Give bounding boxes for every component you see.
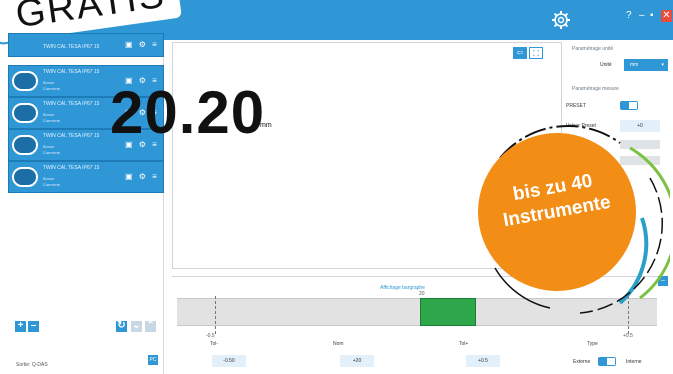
measure-settings-title: Paramétrage mesure: [572, 86, 619, 92]
instrument-logo-icon: [12, 103, 38, 123]
remove-instrument-button[interactable]: –: [28, 321, 39, 332]
instrument-action-icons[interactable]: ▣ ⚙ ≡: [125, 172, 159, 181]
minimize-button[interactable]: –: [639, 10, 645, 22]
tol-plus-field[interactable]: +0.5: [466, 355, 500, 367]
measurement-value: 20.20: [110, 79, 266, 146]
instrument-connection: Connecte: [43, 182, 61, 187]
type-label: Type: [587, 341, 598, 347]
instrument-title: TWIN CAL TESA IP67 15: [43, 133, 100, 139]
instrument-title: TWIN CAL TESA IP67 15: [43, 44, 100, 50]
unit-select[interactable]: mm ▾: [624, 59, 668, 71]
instrument-title: TWIN CAL TESA IP67 15: [43, 101, 100, 107]
upper-tick-label: +0.5: [623, 333, 633, 339]
chevron-down-icon: ▾: [661, 62, 664, 68]
instrument-logo-icon: [12, 167, 38, 187]
help-button[interactable]: ?: [626, 10, 632, 22]
move-down-icon[interactable]: ⌄: [131, 321, 142, 332]
add-instrument-button[interactable]: +: [15, 321, 26, 332]
unit-select-value: mm: [630, 62, 639, 68]
fullscreen-icon[interactable]: ⛶: [529, 47, 543, 59]
unit-settings-title: Paramétrage unité: [572, 46, 614, 52]
tol-minus-field[interactable]: -0.50: [212, 355, 246, 367]
lower-tick-label: -0.5: [206, 333, 215, 339]
tol-minus-label: Tol-: [210, 341, 219, 347]
instrument-connection: Connecte: [43, 86, 61, 91]
tol-plus-label: Tol+: [459, 341, 469, 347]
preset-toggle[interactable]: [620, 101, 638, 110]
instrument-connection: Connecte: [43, 118, 61, 123]
toggle-knob: [629, 102, 637, 109]
refresh-icon[interactable]: ↻: [116, 321, 127, 332]
output-pc-button[interactable]: PC: [148, 355, 158, 365]
nominal-field[interactable]: +20: [340, 355, 374, 367]
type-internal-label: Interne: [626, 359, 642, 365]
close-button[interactable]: ✕: [661, 10, 672, 22]
move-up-icon[interactable]: ⌃: [145, 321, 156, 332]
instrument-status: Brown: [43, 80, 55, 85]
unit-label: Unité: [600, 62, 612, 68]
instrument-logo-icon: [12, 71, 38, 91]
instrument-connection: Connecte: [43, 150, 61, 155]
instrument-status: Brown: [43, 144, 55, 149]
nominal-label: Nom: [333, 341, 344, 347]
bargraph-fill: [420, 298, 476, 326]
toggle-knob: [607, 358, 615, 365]
instrument-status: Brown: [43, 176, 55, 181]
instrument-logo-icon: [12, 135, 38, 155]
bargraph-center-label: 20: [419, 291, 425, 297]
export-icon[interactable]: ⇦: [513, 47, 527, 59]
type-external-label: Externe: [573, 359, 591, 365]
preset-label: PRESET: [566, 103, 587, 109]
maximize-button[interactable]: ▪: [650, 10, 654, 22]
instrument-title: TWIN CAL TESA IP67 15: [43, 69, 100, 75]
instrument-card[interactable]: TWIN CAL TESA IP67 15 ▣ ⚙ ≡: [8, 33, 164, 57]
instrument-action-icons[interactable]: ▣ ⚙ ≡: [125, 40, 159, 49]
type-toggle[interactable]: [598, 357, 616, 366]
instrument-title: TWIN CAL TESA IP67 15: [43, 165, 100, 171]
output-status-text: Sortie: Q-DAS: [16, 362, 48, 368]
gear-icon[interactable]: [551, 10, 571, 30]
instrument-status: Brown: [43, 112, 55, 117]
instrument-card[interactable]: TWIN CAL TESA IP67 15 Brown Connecte ▣ ⚙…: [8, 161, 164, 193]
lower-tolerance-line: [215, 296, 216, 334]
measurement-unit: mm: [260, 122, 272, 129]
